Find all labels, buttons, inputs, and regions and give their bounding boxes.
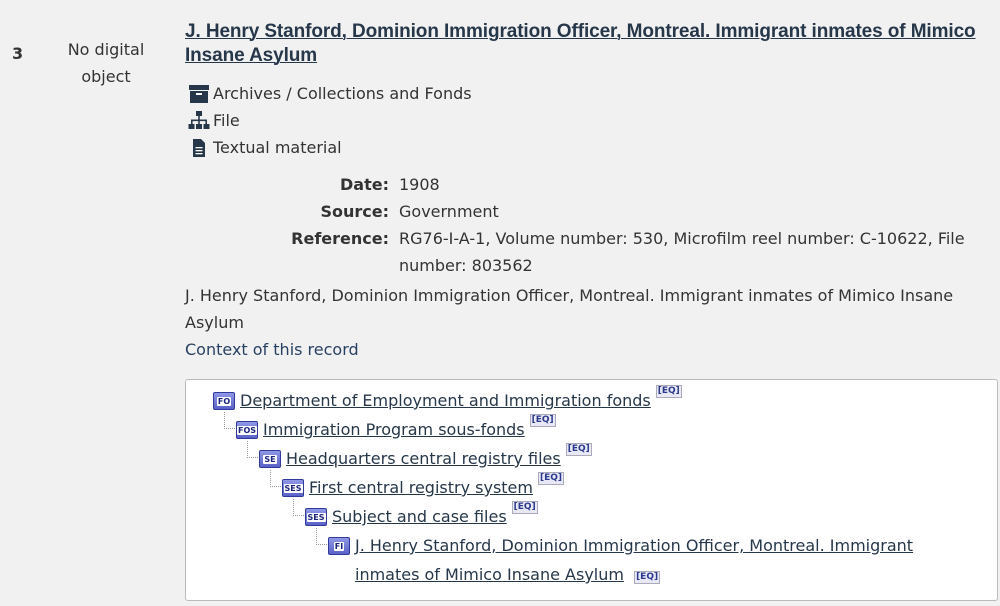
date-field: Date: 1908 bbox=[185, 171, 1000, 198]
file-node-text: J. Henry Stanford, Dominion Immigration … bbox=[355, 531, 968, 589]
field-value: Government bbox=[399, 202, 499, 221]
sous-fonds-icon: FOS bbox=[236, 421, 258, 439]
record-meta: Archives / Collections and Fonds File Te… bbox=[185, 80, 1000, 161]
tree-node-link[interactable]: Immigration Program sous-fonds bbox=[263, 415, 525, 444]
material-type: Textual material bbox=[185, 134, 1000, 161]
tree-node-sub-series: SES First central registry system [EQ] bbox=[282, 472, 565, 502]
result-content: J. Henry Stanford, Dominion Immigration … bbox=[185, 20, 1000, 363]
record-description: J. Henry Stanford, Dominion Immigration … bbox=[185, 286, 954, 332]
hierarchy-icon bbox=[185, 110, 213, 131]
field-value: 1908 bbox=[399, 175, 440, 194]
context-of-record-link[interactable]: Context of this record bbox=[185, 336, 1000, 363]
tree-node-file: FI J. Henry Stanford, Dominion Immigrati… bbox=[328, 531, 968, 589]
tree-node-link[interactable]: Subject and case files bbox=[332, 502, 507, 531]
sub-series-icon: SES bbox=[282, 479, 304, 497]
field-label: Reference: bbox=[291, 229, 389, 248]
level-type-label: File bbox=[213, 111, 240, 130]
collection-type-label: Archives / Collections and Fonds bbox=[213, 84, 472, 103]
eq-badge[interactable]: [EQ] bbox=[537, 472, 565, 485]
field-label: Date: bbox=[340, 175, 389, 194]
hierarchy-tree: FO Department of Employment and Immigrat… bbox=[185, 379, 998, 601]
file-icon: FI bbox=[328, 537, 350, 555]
sub-series-icon: SES bbox=[305, 508, 327, 526]
tree-node-link[interactable]: Headquarters central registry files bbox=[286, 444, 561, 473]
record-fields: Date: 1908 Source: Government Reference:… bbox=[185, 171, 1000, 279]
reference-field: Reference: RG76-I-A-1, Volume number: 53… bbox=[185, 225, 1000, 279]
eq-badge[interactable]: [EQ] bbox=[634, 571, 661, 584]
source-field: Source: Government bbox=[185, 198, 1000, 225]
tree-node-fonds: FO Department of Employment and Immigrat… bbox=[213, 385, 682, 415]
tree-node-sub-sub-series: SES Subject and case files [EQ] bbox=[305, 501, 538, 531]
eq-badge[interactable]: [EQ] bbox=[655, 385, 682, 398]
level-type: File bbox=[185, 107, 1000, 134]
field-value: RG76-I-A-1, Volume number: 530, Microfil… bbox=[399, 229, 965, 275]
eq-badge[interactable]: [EQ] bbox=[529, 414, 556, 427]
archive-box-icon bbox=[185, 84, 213, 104]
tree-node-link[interactable]: First central registry system bbox=[309, 473, 533, 502]
record-title-link[interactable]: J. Henry Stanford, Dominion Immigration … bbox=[185, 20, 1000, 68]
document-icon bbox=[185, 138, 213, 158]
collection-type: Archives / Collections and Fonds bbox=[185, 80, 1000, 107]
material-type-label: Textual material bbox=[213, 138, 342, 157]
result-number: 3 bbox=[12, 44, 24, 63]
series-icon: SE bbox=[259, 450, 281, 468]
no-digital-object-label: No digital object bbox=[67, 40, 145, 86]
eq-badge[interactable]: [EQ] bbox=[565, 443, 592, 456]
field-label: Source: bbox=[320, 202, 389, 221]
tree-node-series: SE Headquarters central registry files [… bbox=[259, 443, 592, 473]
tree-node-sous-fonds: FOS Immigration Program sous-fonds [EQ] bbox=[236, 414, 556, 444]
fonds-icon: FO bbox=[213, 392, 235, 410]
tree-node-link[interactable]: Department of Employment and Immigration… bbox=[240, 386, 651, 415]
eq-badge[interactable]: [EQ] bbox=[511, 501, 538, 514]
